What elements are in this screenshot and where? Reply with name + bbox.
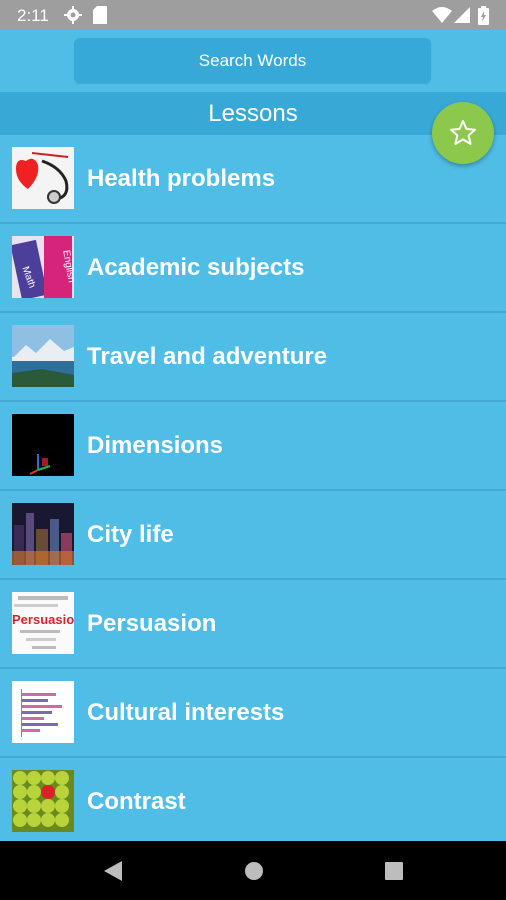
lesson-item-city-life[interactable]: City life [0,491,506,580]
lesson-item-health-problems[interactable]: Health problems [0,135,506,224]
lesson-title: Health problems [87,165,276,192]
lessons-header: Lessons [0,92,506,135]
search-words-button[interactable]: Search Words [74,38,431,83]
svg-text:Persuasion: Persuasion [12,612,74,627]
signal-icon [454,6,470,29]
bar-chart-thumbnail [12,681,74,743]
lesson-title: Persuasion [87,610,217,637]
lesson-item-cultural-interests[interactable]: Cultural interests [0,669,506,758]
lesson-title: City life [87,521,174,548]
books-thumbnail: Math English [12,236,74,298]
lesson-item-travel-and-adventure[interactable]: Travel and adventure [0,313,506,402]
back-icon[interactable] [104,861,122,886]
navigation-bar [0,841,506,900]
mountain-lake-thumbnail [12,325,74,387]
recents-icon[interactable] [385,862,403,885]
home-icon[interactable] [244,861,264,886]
favorites-fab[interactable] [432,102,494,164]
lesson-title: Academic subjects [87,254,305,281]
status-bar: 2:11 [0,0,506,30]
apples-thumbnail [12,770,74,832]
gear-icon [64,6,82,29]
lesson-list: Health problems Math English Academic su… [0,135,506,847]
lesson-item-dimensions[interactable]: Dimensions [0,402,506,491]
stethoscope-heart-thumbnail [12,147,74,209]
sd-card-icon [93,6,107,29]
lesson-title: Dimensions [87,432,224,459]
lesson-title: Travel and adventure [87,343,328,370]
app-bar: Search Words [0,30,506,92]
battery-icon [478,6,489,30]
lesson-item-contrast[interactable]: Contrast [0,758,506,847]
status-time: 2:11 [17,6,49,25]
lesson-title: Cultural interests [87,699,285,726]
wifi-icon [432,6,452,29]
lesson-title: Contrast [87,788,186,815]
city-night-thumbnail [12,503,74,565]
lesson-item-academic-subjects[interactable]: Math English Academic subjects [0,224,506,313]
star-icon [450,120,476,145]
persuasion-thumbnail: Persuasion [12,592,74,654]
dimensions-thumbnail [12,414,74,476]
lesson-item-persuasion[interactable]: Persuasion Persuasion [0,580,506,669]
